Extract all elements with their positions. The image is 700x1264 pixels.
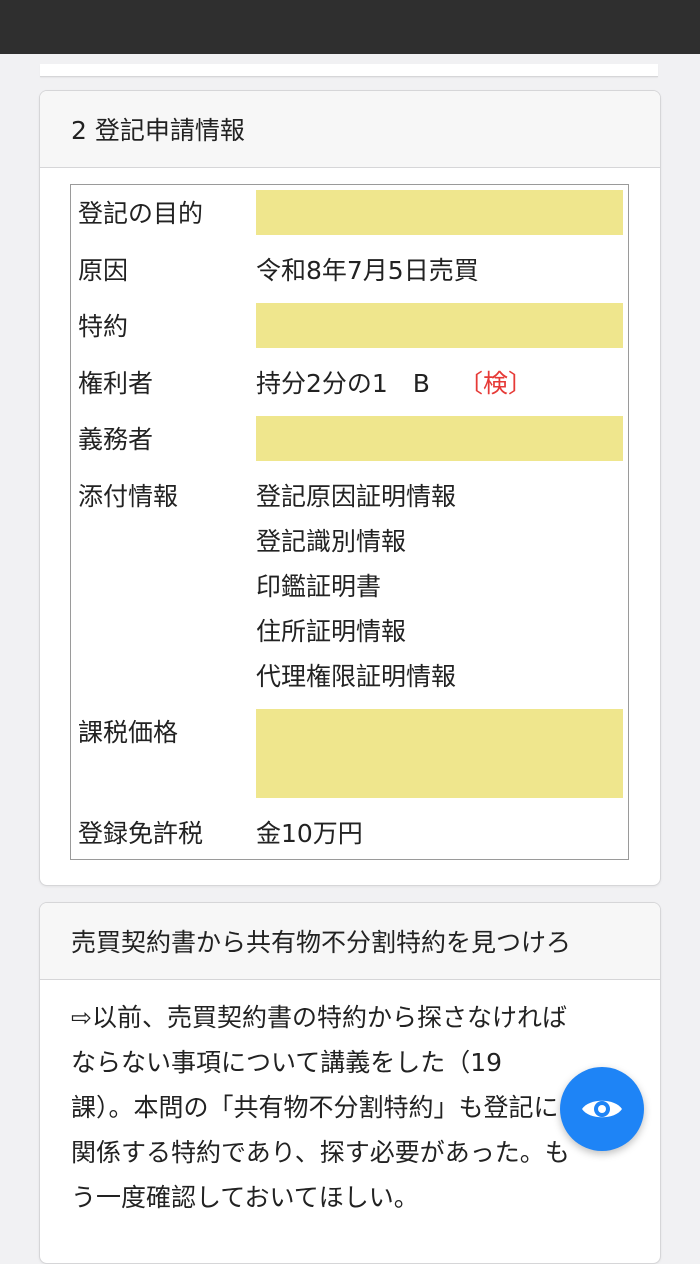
attachment-item: 代理権限証明情報 [256,662,457,691]
obligor-highlight-blank [256,416,623,461]
obligor-label: 義務者 [78,425,154,454]
right-holder-value: 持分2分の1 B 〔検〕 [256,368,533,400]
right-holder-label: 権利者 [78,369,154,398]
attachment-item: 登記識別情報 [256,527,407,556]
cause-label: 原因 [78,256,129,285]
purpose-highlight-blank [256,190,623,235]
registration-table: 登記の目的 原因 令和8年7月5日売買 特約 権利者 持分2分の1 B 〔検〕 義… [70,184,629,860]
card-header: 2 登記申請情報 [40,91,660,168]
special-clause-highlight-blank [256,303,623,348]
attachments-label: 添付情報 [78,482,179,511]
right-holder-share: 持分2分の1 B [256,369,430,398]
attachment-item: 住所証明情報 [256,617,407,646]
top-bar [0,0,700,54]
note-body: ⇨以前、売買契約書の特約から探さなければ ならない事項について講義をした（19 … [71,995,636,1220]
verify-mark: 〔検〕 [457,369,533,398]
note-line: 課）。本問の「共有物不分割特約」も登記に [71,1093,559,1122]
registration-info-card: 2 登記申請情報 登記の目的 原因 令和8年7月5日売買 特約 権利者 持分2分… [39,90,661,886]
attachment-item: 印鑑証明書 [256,572,382,601]
special-clause-label: 特約 [78,312,129,341]
license-tax-value: 金10万円 [256,819,363,848]
note-line: 関係する特約であり、探す必要があった。も [71,1138,570,1167]
note-line: ⇨以前、売買契約書の特約から探さなければ [71,1003,567,1032]
eye-icon [582,1100,622,1118]
purpose-label: 登記の目的 [78,199,204,228]
note-line: ならない事項について講義をした（19 [71,1048,503,1077]
tax-base-highlight-blank [256,709,623,798]
note-card-header: 売買契約書から共有物不分割特約を見つけろ [40,903,660,980]
tax-base-label: 課税価格 [78,718,179,747]
note-line: う一度確認しておいてほしい。 [71,1183,419,1212]
license-tax-label: 登録免許税 [78,819,204,848]
attachment-item: 登記原因証明情報 [256,482,457,511]
cause-value: 令和8年7月5日売買 [256,256,479,285]
previous-card-edge [40,64,658,77]
toggle-visibility-button[interactable] [560,1067,644,1151]
